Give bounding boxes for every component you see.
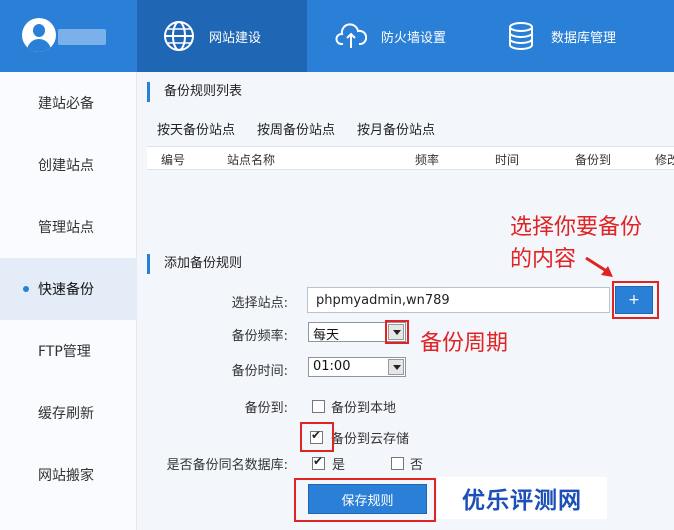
local-checkbox[interactable] bbox=[312, 400, 325, 413]
tab-label: 数据库管理 bbox=[551, 30, 617, 46]
active-dot bbox=[23, 286, 29, 292]
backup-list-title: 备份规则列表 bbox=[147, 82, 242, 102]
sidebar-item-site-essentials[interactable]: 建站必备 bbox=[0, 72, 137, 134]
sidebar: 建站必备 创建站点 管理站点 快速备份 FTP管理 缓存刷新 网站搬家 bbox=[0, 72, 137, 530]
frequency-label: 备份频率: bbox=[231, 329, 288, 344]
sidebar-item-site-migrate[interactable]: 网站搬家 bbox=[0, 444, 137, 506]
annotation-choose-line2: 的内容 bbox=[510, 247, 577, 272]
col-modify: 修改 bbox=[655, 153, 674, 167]
tab-firewall[interactable]: 防火墙设置 bbox=[307, 0, 477, 72]
sidebar-item-create-site[interactable]: 创建站点 bbox=[0, 134, 137, 196]
sidebar-item-label: 建站必备 bbox=[38, 96, 94, 112]
annotation-period: 备份周期 bbox=[420, 331, 509, 356]
avatar[interactable] bbox=[22, 18, 56, 52]
username-blurred bbox=[58, 29, 106, 45]
sidebar-item-manage-site[interactable]: 管理站点 bbox=[0, 196, 137, 258]
watermark-logo: 优乐评测网 bbox=[437, 477, 607, 519]
tab-label: 防火墙设置 bbox=[381, 30, 447, 46]
sidebar-item-label: 管理站点 bbox=[38, 220, 94, 236]
highlight-save-button bbox=[294, 478, 436, 522]
same-db-label: 是否备份同名数据库: bbox=[166, 458, 288, 473]
highlight-frequency-arrow bbox=[385, 320, 409, 344]
local-option-label: 备份到本地 bbox=[331, 401, 397, 416]
no-option-label: 否 bbox=[410, 458, 424, 473]
time-label: 备份时间: bbox=[231, 364, 288, 379]
highlight-add-button bbox=[612, 281, 659, 319]
cloud-upload-icon bbox=[335, 20, 367, 52]
tab-database[interactable]: 数据库管理 bbox=[477, 0, 674, 72]
time-value: 01:00 bbox=[313, 359, 351, 374]
site-input[interactable] bbox=[307, 287, 610, 313]
cloud-option-label: 备份到云存储 bbox=[331, 432, 410, 447]
tab-website-build[interactable]: 网站建设 bbox=[137, 0, 307, 72]
sidebar-item-label: 网站搬家 bbox=[38, 468, 94, 484]
user-area bbox=[0, 0, 137, 72]
tab-label: 网站建设 bbox=[209, 30, 262, 46]
yes-checkbox[interactable] bbox=[312, 454, 325, 470]
backup-to-label: 备份到: bbox=[244, 401, 288, 416]
subtab-monthly[interactable]: 按月备份站点 bbox=[357, 119, 435, 138]
highlight-cloud-checkbox bbox=[300, 422, 334, 452]
arrow-annotation-icon bbox=[585, 256, 613, 277]
sidebar-item-ftp[interactable]: FTP管理 bbox=[0, 320, 137, 382]
backup-subtabs: 按天备份站点 按周备份站点 按月备份站点 bbox=[157, 119, 457, 138]
site-label: 选择站点: bbox=[231, 296, 288, 311]
yes-option-label: 是 bbox=[332, 458, 346, 473]
sidebar-item-quick-backup[interactable]: 快速备份 bbox=[0, 258, 137, 320]
top-nav: 网站建设 防火墙设置 数据库管理 bbox=[0, 0, 674, 72]
sidebar-item-label: 缓存刷新 bbox=[38, 406, 94, 422]
time-select[interactable]: 01:00 bbox=[308, 357, 406, 377]
subtab-daily[interactable]: 按天备份站点 bbox=[157, 119, 235, 138]
sidebar-item-label: 创建站点 bbox=[38, 158, 94, 174]
frequency-value: 每天 bbox=[313, 328, 340, 343]
subtab-weekly[interactable]: 按周备份站点 bbox=[257, 119, 335, 138]
annotation-choose-line1: 选择你要备份 bbox=[510, 215, 643, 240]
col-frequency: 频率 bbox=[415, 153, 440, 167]
database-icon bbox=[505, 20, 537, 52]
col-id: 编号 bbox=[161, 153, 186, 167]
sidebar-item-cache-refresh[interactable]: 缓存刷新 bbox=[0, 382, 137, 444]
col-time: 时间 bbox=[495, 153, 520, 167]
sidebar-item-label: 快速备份 bbox=[38, 282, 94, 298]
globe-icon bbox=[163, 20, 195, 52]
table-header: 编号 站点名称 频率 时间 备份到 修改 bbox=[147, 146, 674, 170]
col-site-name: 站点名称 bbox=[227, 153, 276, 167]
no-checkbox[interactable] bbox=[391, 457, 404, 470]
add-rule-title: 添加备份规则 bbox=[147, 254, 242, 274]
chevron-down-icon[interactable] bbox=[388, 359, 404, 375]
col-backup-to: 备份到 bbox=[575, 153, 612, 167]
sidebar-item-label: FTP管理 bbox=[38, 344, 91, 360]
